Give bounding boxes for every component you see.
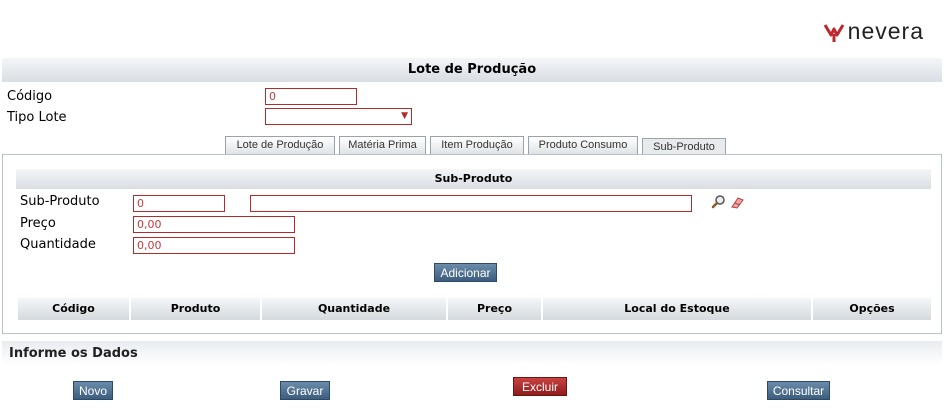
tab-item-producao[interactable]: Item Produção (430, 136, 524, 154)
novo-button[interactable]: Novo (73, 381, 113, 400)
page-title: Lote de Produção (2, 58, 942, 82)
magnifier-icon[interactable] (711, 194, 726, 209)
codigo-label: Código (7, 89, 53, 104)
tipo-lote-select[interactable]: ▼ (265, 108, 412, 125)
tab-produto-consumo[interactable]: Produto Consumo (528, 136, 638, 154)
quantidade-label: Quantidade (20, 237, 96, 252)
sub-produto-code-input[interactable] (133, 195, 225, 212)
consultar-button[interactable]: Consultar (767, 381, 830, 400)
footer-bar (2, 341, 942, 365)
eraser-icon[interactable] (730, 195, 745, 209)
quantidade-input[interactable] (133, 237, 295, 254)
sub-produto-section-title: Sub-Produto (16, 169, 931, 189)
column-header-produto: Produto (131, 298, 262, 320)
column-header-local-estoque: Local do Estoque (543, 298, 813, 320)
sub-produto-label: Sub-Produto (20, 194, 100, 209)
tab-materia-prima[interactable]: Matéria Prima (339, 136, 426, 154)
column-header-quantidade: Quantidade (262, 298, 448, 320)
column-header-opcoes: Opções (813, 298, 931, 320)
column-header-codigo: Código (18, 298, 131, 320)
chevron-down-icon: ▼ (401, 111, 408, 121)
tab-lote-producao[interactable]: Lote de Produção (225, 136, 335, 154)
tipo-lote-label: Tipo Lote (7, 110, 67, 125)
sub-produto-table-header: Código Produto Quantidade Preço Local do… (18, 298, 931, 320)
sub-produto-description-input[interactable] (250, 195, 692, 212)
gravar-button[interactable]: Gravar (280, 381, 330, 400)
codigo-input[interactable] (265, 88, 357, 105)
adicionar-button[interactable]: Adicionar (434, 263, 497, 282)
brand-logo: nevera (823, 18, 924, 45)
footer-title: Informe os Dados (9, 346, 138, 361)
tab-sub-produto[interactable]: Sub-Produto (642, 138, 726, 155)
column-header-preco: Preço (448, 298, 543, 320)
preco-label: Preço (20, 216, 56, 231)
brand-name: nevera (847, 18, 924, 44)
nevera-logo-icon (823, 23, 844, 42)
excluir-button[interactable]: Excluir (513, 377, 567, 396)
preco-input[interactable] (133, 216, 295, 233)
